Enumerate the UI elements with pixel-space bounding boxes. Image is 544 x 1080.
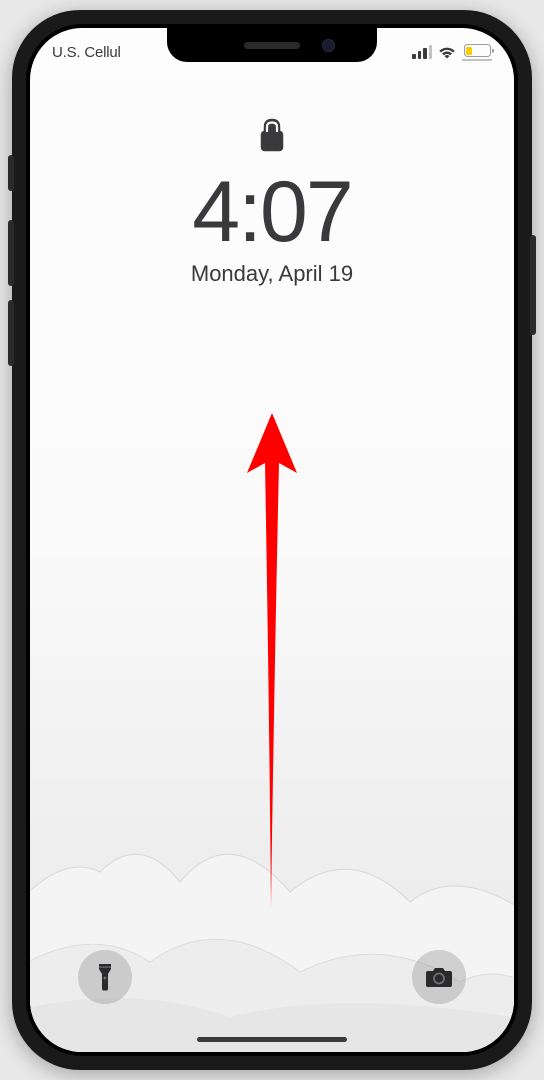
time-label: 4:07: [192, 169, 351, 255]
phone-frame: U.S. Cellul: [12, 10, 532, 1070]
carrier-label: U.S. Cellul: [52, 44, 121, 61]
front-camera: [322, 39, 335, 52]
home-indicator[interactable]: [197, 1037, 347, 1042]
battery-icon: [462, 44, 492, 61]
camera-button[interactable]: [412, 950, 466, 1004]
power-button[interactable]: [530, 235, 536, 335]
status-right: [412, 44, 492, 61]
mute-switch[interactable]: [8, 155, 14, 191]
camera-icon: [425, 966, 453, 988]
lock-screen[interactable]: U.S. Cellul: [30, 28, 514, 1052]
quick-actions: [30, 950, 514, 1004]
swipe-up-arrow-annotation: [237, 408, 307, 918]
lock-content: 4:07 Monday, April 19: [30, 118, 514, 287]
phone-bezel: U.S. Cellul: [26, 24, 518, 1056]
flashlight-icon: [98, 963, 112, 991]
volume-up-button[interactable]: [8, 220, 14, 286]
date-label: Monday, April 19: [191, 261, 353, 287]
notch: [167, 28, 377, 62]
wifi-icon: [438, 46, 456, 59]
signal-icon: [412, 45, 432, 59]
flashlight-button[interactable]: [78, 950, 132, 1004]
speaker: [244, 42, 300, 49]
lock-icon: [260, 118, 284, 157]
volume-down-button[interactable]: [8, 300, 14, 366]
wallpaper-mountains: [30, 772, 514, 1052]
